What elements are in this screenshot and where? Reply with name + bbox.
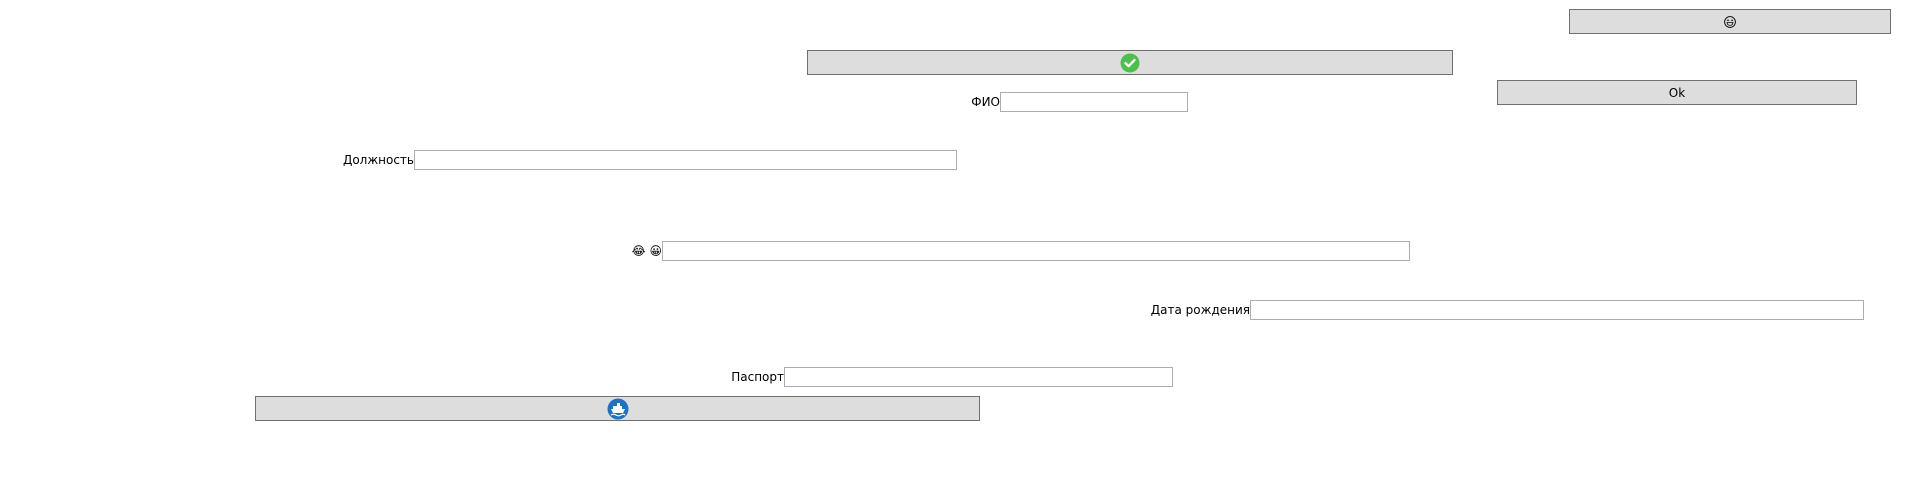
emoji-field[interactable] — [662, 241, 1410, 261]
ship-icon — [607, 398, 628, 419]
laughing-face-icon — [1724, 15, 1736, 28]
fio-field[interactable] — [1000, 92, 1188, 112]
emoji-label: 😂 😀 — [631, 244, 662, 258]
fio-label: ФИО — [971, 95, 1000, 109]
passport-field[interactable] — [784, 367, 1173, 387]
emoji-button[interactable] — [1569, 9, 1891, 34]
birthdate-label: Дата рождения — [1150, 303, 1250, 317]
ok-button[interactable]: Ok — [1497, 80, 1857, 105]
check-circle-icon — [1120, 53, 1140, 72]
ship-button[interactable] — [255, 396, 980, 421]
ok-button-label: Ok — [1668, 85, 1686, 100]
birthdate-field[interactable] — [1250, 300, 1864, 320]
passport-label: Паспорт — [731, 370, 784, 384]
position-field[interactable] — [414, 150, 957, 170]
confirm-button[interactable] — [807, 50, 1453, 75]
position-label: Должность — [342, 153, 414, 167]
